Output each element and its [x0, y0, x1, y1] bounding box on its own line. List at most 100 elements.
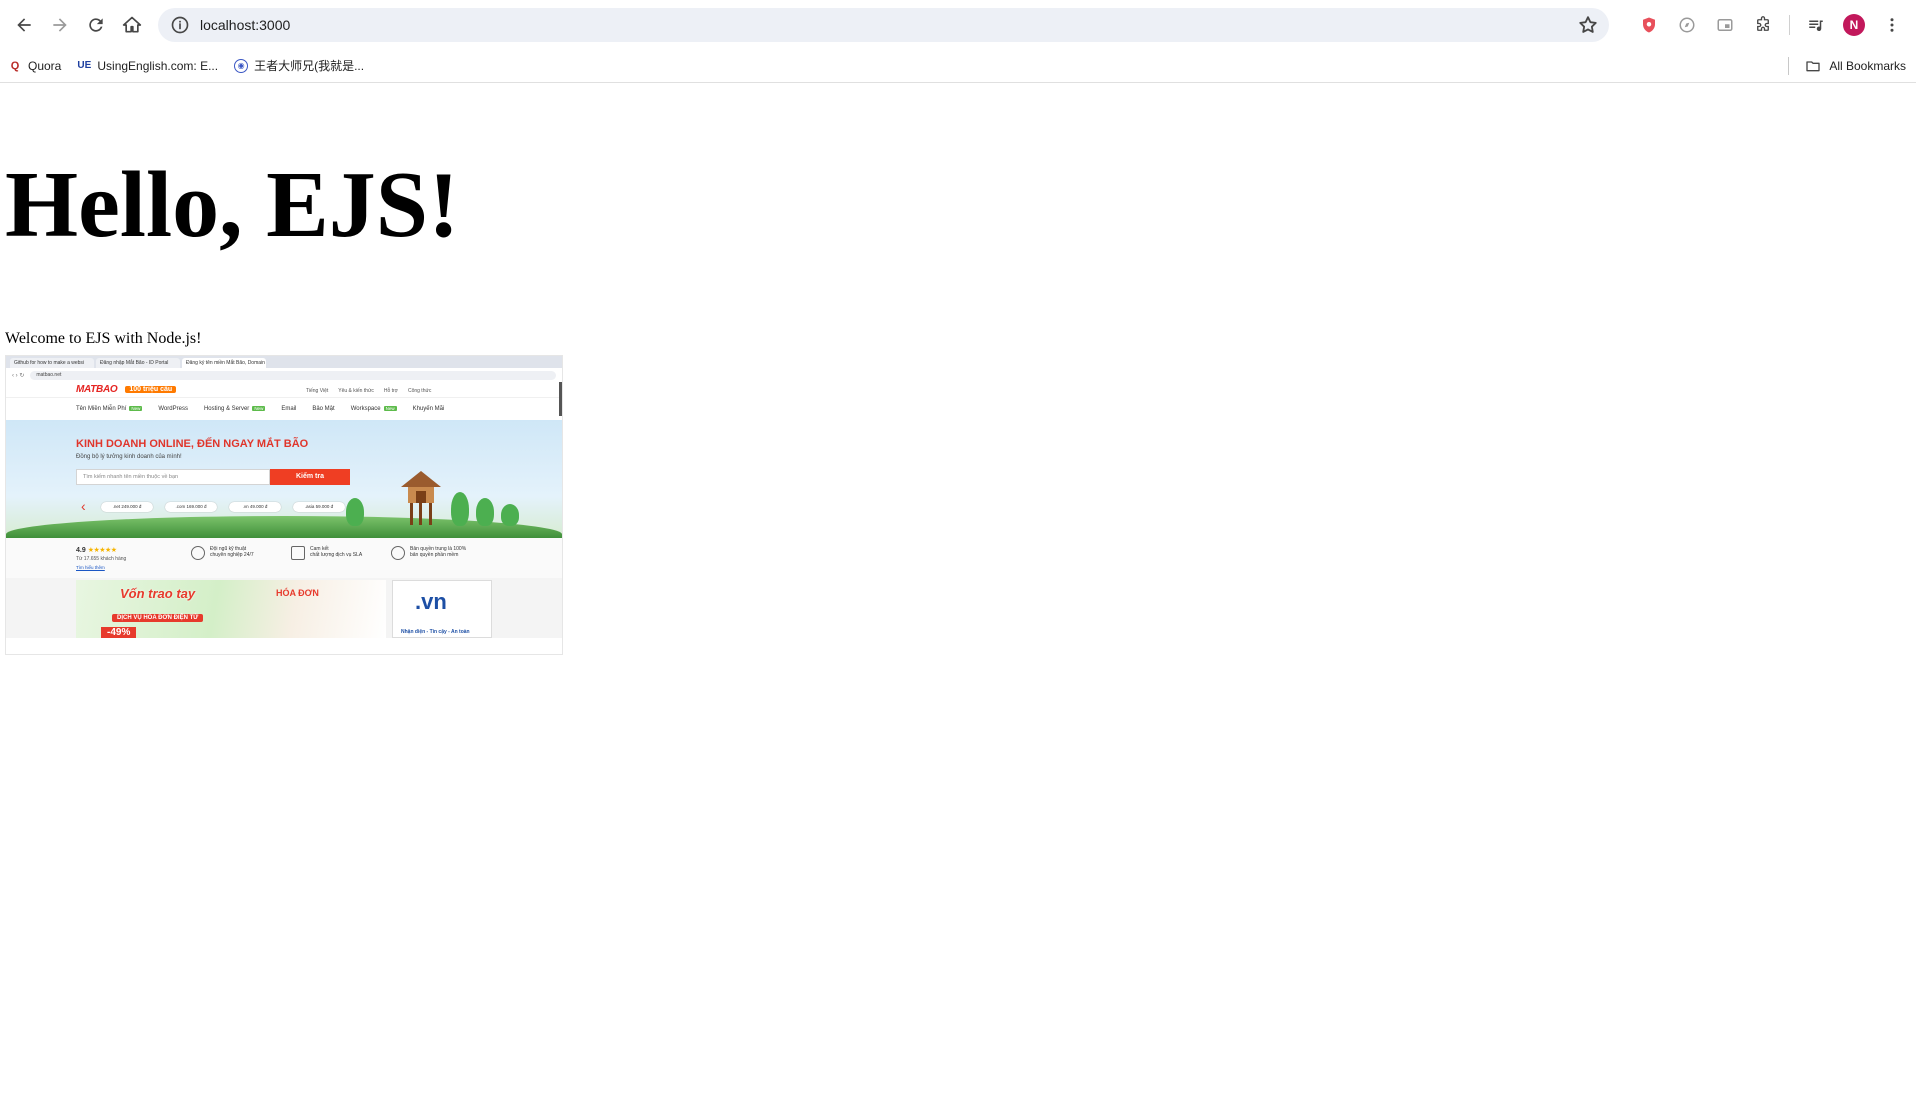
toolbar-divider — [1789, 14, 1790, 35]
forward-button[interactable] — [42, 7, 78, 43]
screenshot-tab-strip: Github for how to make a websi Đăng nhập… — [6, 356, 562, 368]
browser-toolbar: localhost:3000 N — [0, 0, 1916, 49]
sla-icon — [291, 546, 305, 560]
screenshot-rating-link: Tìm hiểu thêm — [76, 565, 105, 570]
banner-title: Vốn trao tay — [120, 586, 196, 601]
address-bar[interactable]: localhost:3000 — [158, 7, 1609, 42]
embedded-screenshot: Github for how to make a websi Đăng nhập… — [5, 355, 563, 655]
screenshot-scrollbar — [559, 382, 562, 416]
bookmark-label: UsingEnglish.com: E... — [97, 58, 219, 73]
screenshot-price-pill: .asia 59.000 đ — [293, 502, 345, 512]
screenshot-price-pills: .net 249.000 đ .com 169.000 đ .vn 49.000… — [101, 502, 345, 512]
screenshot-nav-item: Tên Miền Miễn Phí New — [76, 406, 143, 412]
back-button[interactable] — [6, 7, 42, 43]
shield-extension-button[interactable] — [1631, 7, 1667, 43]
screenshot-tab: Đăng nhập Mắt Bão - ID Portal — [96, 358, 180, 368]
screenshot-site-header: MATBAO 100 triệu cầu — [6, 382, 562, 398]
screenshot-rating-sub: Từ 17.655 khách hàng — [76, 556, 127, 562]
license-icon — [391, 546, 405, 560]
screenshot-nav-arrows-icon: ‹ › ↻ — [12, 372, 25, 379]
screenshot-url: matbao.net — [30, 370, 556, 380]
home-button[interactable] — [114, 7, 150, 43]
screenshot-rating: 4.9 ★★★★★ — [76, 547, 117, 554]
arrow-right-icon — [53, 17, 67, 32]
vn-tagline: Nhận diện - Tin cậy - An toàn — [401, 629, 470, 635]
screenshot-feature: Bản quyền trung là 100% bản quyền phần mề… — [391, 546, 466, 560]
screenshot-nav-item: WordPress — [158, 406, 188, 412]
screenshot-rating-row: 4.9 ★★★★★ Từ 17.655 khách hàng Tìm hiểu … — [6, 538, 562, 578]
url-text[interactable]: localhost:3000 — [200, 17, 1577, 33]
vn-logo: .vn — [415, 589, 447, 614]
arrow-left-icon — [17, 17, 31, 32]
screenshot-hero-subtitle: Đồng bộ lý tưởng kinh doanh của mình! — [76, 454, 182, 460]
screenshot-price-pill: .vn 49.000 đ — [229, 502, 281, 512]
screenshot-top-link: Công thức — [407, 388, 432, 394]
screenshot-price-pill: .com 169.000 đ — [165, 502, 217, 512]
bookmarks-divider — [1788, 57, 1790, 75]
screenshot-vn-banner: .vn Nhận diện - Tin cậy - An toàn — [392, 580, 492, 638]
screenshot-invoice-banner: Vốn trao tay DỊCH VỤ HÓA ĐƠN ĐIỆN TỬ HÓA… — [76, 580, 386, 638]
screenshot-nav-item: Khuyến Mãi — [412, 406, 445, 412]
screenshot-feature: Cam kết chất lượng dịch vụ SLA — [291, 546, 362, 560]
compass-icon — [1679, 17, 1695, 32]
bookmark-quora[interactable]: Q Quora — [8, 58, 62, 73]
screenshot-tab: Github for how to make a websi — [10, 358, 94, 368]
screenshot-hero-title: KINH DOANH ONLINE, ĐẾN NGAY MẮT BÃO — [76, 438, 309, 450]
extensions-button[interactable] — [1745, 7, 1781, 43]
folder-icon — [1806, 61, 1820, 72]
screenshot-nav-item: Email — [281, 406, 297, 412]
tree-icon — [501, 504, 519, 526]
screenshot-price-pill: .net 249.000 đ — [101, 502, 153, 512]
all-bookmarks[interactable]: All Bookmarks — [1788, 49, 1906, 83]
extensions-area: N — [1631, 7, 1910, 43]
screenshot-top-link: Yêu & kiến thức — [338, 388, 374, 394]
screenshot-nav-item: Workspace New — [350, 406, 397, 412]
window-icon — [1717, 18, 1733, 31]
bookmark-label: Quora — [28, 58, 62, 73]
avatar: N — [1843, 13, 1865, 36]
screenshot-hero: KINH DOANH ONLINE, ĐẾN NGAY MẮT BÃO Đồng… — [6, 420, 562, 538]
screenshot-top-link: Hỗ trợ — [383, 388, 398, 394]
stars-icon: ★★★★★ — [87, 547, 117, 554]
playlist-music-icon — [1809, 20, 1823, 31]
bookmark-label: 王者大师兄(我就是... — [254, 59, 365, 73]
bookmark-profile[interactable]: ◉ 王者大师兄(我就是... — [234, 57, 364, 74]
screenshot-nav: Tên Miền Miễn Phí New WordPress Hosting &… — [6, 398, 562, 420]
matbao-logo: MATBAO — [76, 384, 118, 395]
screenshot-prev-arrow-icon: ‹ — [81, 498, 86, 514]
window-extension-button[interactable] — [1707, 7, 1743, 43]
page-content: Hello, EJS! Welcome to EJS with Node.js!… — [0, 158, 1916, 655]
reload-button[interactable] — [78, 7, 114, 43]
home-icon — [122, 16, 142, 32]
shield-icon — [1643, 17, 1655, 32]
screenshot-badge: 100 triệu cầu — [125, 386, 177, 393]
screenshot-tab: Đăng ký tên miền Mắt Bão, Domain — [182, 358, 266, 368]
page-title: Hello, EJS! — [5, 153, 460, 257]
usingenglish-icon: UE — [77, 60, 92, 71]
tree-icon — [346, 498, 364, 526]
screenshot-search-input: Tìm kiếm nhanh tên miền thuộc về bạn — [76, 469, 270, 485]
puzzle-icon — [1757, 15, 1769, 31]
screenshot-feature: Đội ngũ kỹ thuật chuyên nghiệp 24/7 — [191, 546, 254, 560]
bookmark-usingenglish[interactable]: UE UsingEnglish.com: E... — [77, 59, 218, 73]
screenshot-top-link: Tiếng Việt — [306, 388, 329, 394]
all-bookmarks-label: All Bookmarks — [1829, 59, 1906, 73]
support-agent-icon — [191, 546, 205, 560]
screenshot-nav-item: Hosting & Server New — [203, 406, 266, 412]
profile-icon: ◉ — [234, 58, 249, 73]
banner-discount: -49% — [101, 627, 137, 638]
tree-icon — [476, 498, 494, 526]
screenshot-address-bar: ‹ › ↻ matbao.net — [6, 368, 562, 382]
site-info-icon[interactable] — [170, 15, 190, 35]
reload-icon — [89, 17, 103, 32]
compass-extension-button[interactable] — [1669, 7, 1705, 43]
stilt-house-icon — [401, 471, 441, 525]
menu-button[interactable] — [1874, 7, 1910, 43]
more-vertical-icon — [1890, 17, 1894, 32]
profile-button[interactable]: N — [1836, 7, 1872, 43]
screenshot-search-button: Kiểm tra — [270, 469, 350, 485]
quora-icon: Q — [10, 59, 20, 72]
media-controls-button[interactable] — [1798, 7, 1834, 43]
screenshot-nav-item: Bảo Mật — [312, 406, 335, 412]
bookmark-star-icon[interactable] — [1577, 14, 1599, 36]
